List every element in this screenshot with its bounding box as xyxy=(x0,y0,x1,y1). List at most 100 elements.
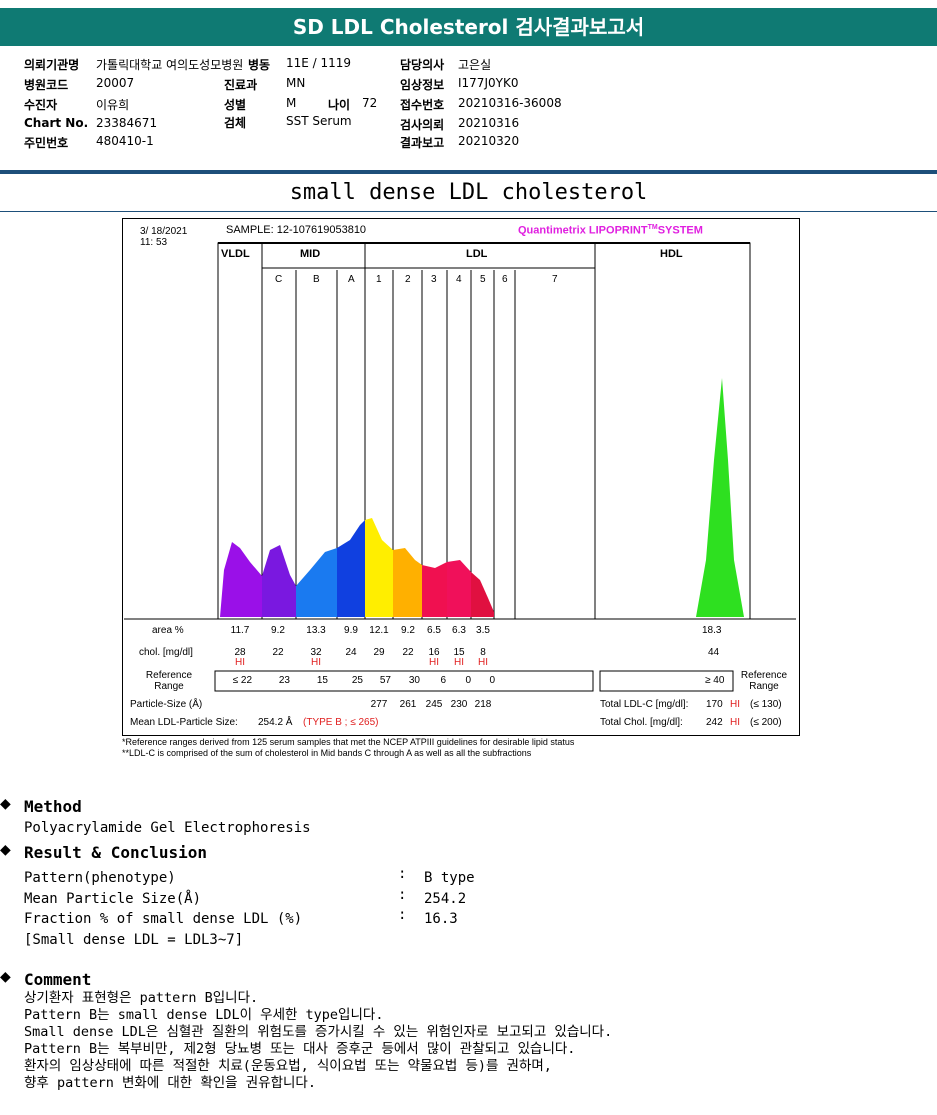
area-label: area % xyxy=(152,625,184,636)
mean-type: (TYPE B ; ≤ 265) xyxy=(303,717,379,728)
band-label: A xyxy=(348,274,355,285)
band-label: 4 xyxy=(456,274,462,285)
group-mid: MID xyxy=(300,248,321,260)
band-label: 6 xyxy=(502,274,508,285)
ref-value: ≤ 22 xyxy=(232,675,252,686)
comment-line: 상기환자 표현형은 pattern B입니다. xyxy=(24,990,259,1006)
area-value: 3.5 xyxy=(476,625,490,636)
total-ldl-flag: HI xyxy=(730,699,740,710)
ref-value: 23 xyxy=(278,675,290,686)
total-chol-flag: HI xyxy=(730,717,740,728)
result-value: 254.2 xyxy=(424,890,467,907)
area-value: 12.1 xyxy=(369,625,389,636)
area-value: 9.2 xyxy=(271,625,285,636)
comment-line: Pattern B는 복부비만, 제2형 당뇨병 또는 대사 증후군 등에서 많… xyxy=(24,1041,576,1057)
band-label: 1 xyxy=(376,274,382,285)
band-dividers xyxy=(261,243,596,619)
hdl-ref: ≥ 40 xyxy=(705,675,725,686)
particle-size: 245 xyxy=(425,699,443,710)
group-vldl: VLDL xyxy=(221,248,250,260)
hi-flag: HI xyxy=(429,657,439,668)
band-c-peak xyxy=(262,545,296,617)
hi-flag: HI xyxy=(454,657,464,668)
chol-value: 22 xyxy=(402,647,414,658)
hdl-peak xyxy=(696,378,744,617)
band-2-peak xyxy=(393,548,422,617)
hi-flag: HI xyxy=(478,657,488,668)
comment-line: 향후 pattern 변화에 대한 확인을 권유합니다. xyxy=(24,1075,316,1091)
result-value: B type xyxy=(424,870,475,886)
method-title: Method xyxy=(24,797,82,816)
band-label: C xyxy=(275,274,283,285)
ref-value: 15 xyxy=(316,675,328,686)
total-chol-label: Total Chol. [mg/dl]: xyxy=(600,717,683,728)
area-value: 13.3 xyxy=(306,625,326,636)
particle-size: 277 xyxy=(370,699,388,710)
result-key: Fraction % of small dense LDL (%) xyxy=(24,911,303,927)
result-key: Pattern(phenotype) xyxy=(24,870,176,886)
band-label: 3 xyxy=(431,274,437,285)
area-value: 11.7 xyxy=(230,625,250,636)
area-value: 6.5 xyxy=(427,625,441,636)
diamond-icon: ◆ xyxy=(0,842,11,858)
band-1-peak xyxy=(365,518,393,617)
group-ldl: LDL xyxy=(466,248,488,260)
comment-title: Comment xyxy=(24,970,92,989)
plot-frame xyxy=(217,242,751,620)
chol-label: chol. [mg/dl] xyxy=(139,647,193,658)
particle-size: 218 xyxy=(474,699,492,710)
particle-size: 261 xyxy=(399,699,417,710)
band-a-peak xyxy=(337,520,365,617)
area-value: 9.2 xyxy=(401,625,415,636)
band-label: 7 xyxy=(552,274,558,285)
diamond-icon: ◆ xyxy=(0,969,11,985)
hdl-chol: 44 xyxy=(708,647,720,658)
comment-line: Small dense LDL은 심혈관 질환의 위험도를 증가시킬 수 있는 … xyxy=(24,1024,613,1040)
band-b-peak xyxy=(296,548,337,617)
total-chol-ref: (≤ 200) xyxy=(750,717,782,728)
electrophoresis-graph xyxy=(124,242,796,692)
chol-value: 29 xyxy=(373,647,385,658)
diamond-icon: ◆ xyxy=(0,796,11,812)
result-title: Result & Conclusion xyxy=(24,843,208,862)
band-label: 2 xyxy=(405,274,411,285)
result-sep: : xyxy=(398,866,407,882)
total-chol: 242 xyxy=(706,717,723,728)
mean-value: 254.2 Å xyxy=(258,717,293,728)
ref-label-right: Reference Range xyxy=(740,670,788,692)
result-sep: : xyxy=(398,907,407,923)
total-ldl-label: Total LDL-C [mg/dl]: xyxy=(600,699,689,710)
band-5-peak xyxy=(471,572,494,617)
area-value: 6.3 xyxy=(452,625,466,636)
area-value: 9.9 xyxy=(344,625,358,636)
ref-label: Reference Range xyxy=(145,670,193,692)
comment-line: Pattern B는 small dense LDL이 우세한 type입니다. xyxy=(24,1007,384,1023)
particle-size: 230 xyxy=(450,699,468,710)
result-value: 16.3 xyxy=(424,911,458,927)
chol-value: 24 xyxy=(345,647,357,658)
comment-text: 상기환자 표현형은 pattern B입니다. Pattern B는 small … xyxy=(24,990,612,1092)
footnote-1: *Reference ranges derived from 125 serum… xyxy=(122,737,575,747)
ref-value: 57 xyxy=(379,675,391,686)
result-key: Mean Particle Size(Å) xyxy=(24,890,202,907)
chol-value: 22 xyxy=(272,647,284,658)
hi-flag: HI xyxy=(311,657,321,668)
band-label: B xyxy=(313,274,320,285)
band-3-peak xyxy=(422,562,447,617)
vldl-peak xyxy=(220,542,262,617)
footnote-2: **LDL-C is comprised of the sum of chole… xyxy=(122,748,532,758)
method-text: Polyacrylamide Gel Electrophoresis xyxy=(24,820,311,836)
band-label: 5 xyxy=(480,274,486,285)
particle-label: Particle-Size (Å) xyxy=(130,699,203,710)
group-hdl: HDL xyxy=(660,248,683,260)
band-4-peak xyxy=(447,560,471,617)
comment-line: 환자의 임상상태에 따른 적절한 치료(운동요법, 식이요법 또는 약물요법 등… xyxy=(24,1058,552,1074)
ref-value: 0 xyxy=(489,675,495,686)
result-note: [Small dense LDL = LDL3~7] xyxy=(24,932,244,948)
total-ldl-ref: (≤ 130) xyxy=(750,699,782,710)
hi-flag: HI xyxy=(235,657,245,668)
mean-label: Mean LDL-Particle Size: xyxy=(130,717,238,728)
total-ldl: 170 xyxy=(706,699,723,710)
result-sep: : xyxy=(398,886,407,903)
hdl-area: 18.3 xyxy=(702,625,722,636)
